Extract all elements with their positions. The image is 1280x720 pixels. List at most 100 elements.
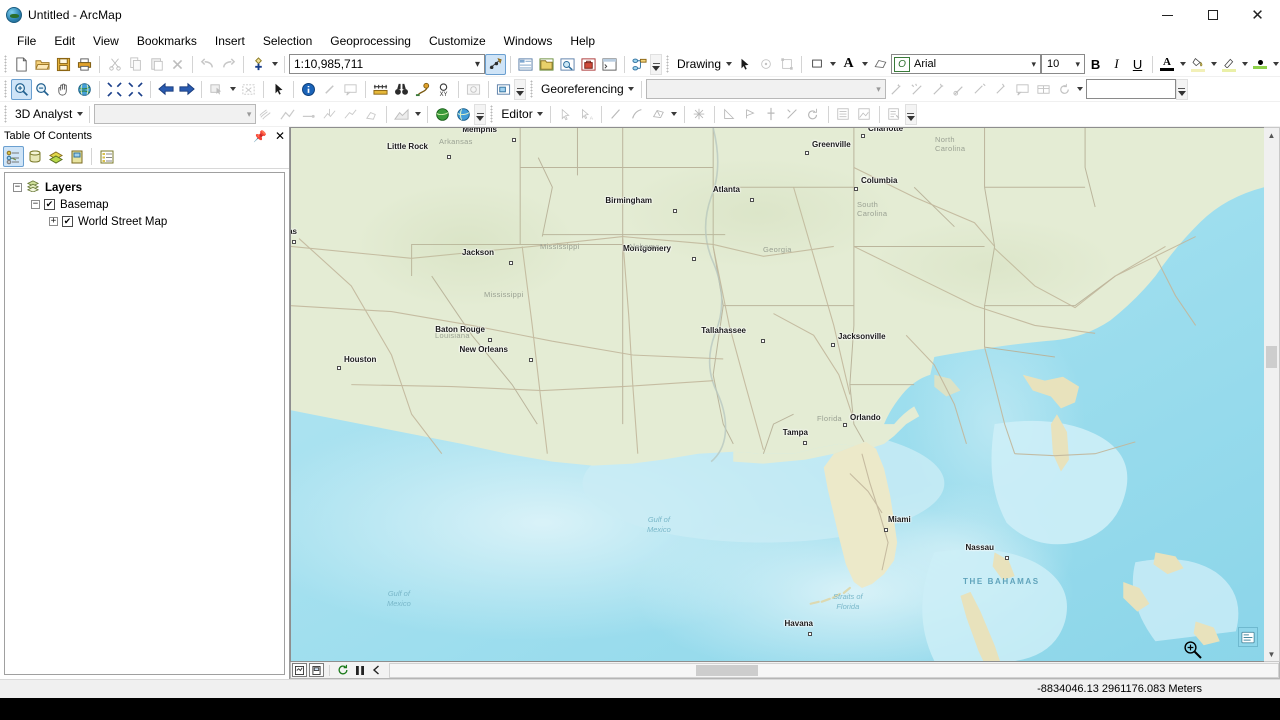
- fill-color-dropdown-icon[interactable]: [827, 54, 838, 75]
- find-binoculars-icon[interactable]: [391, 79, 412, 100]
- expander-icon[interactable]: +: [49, 217, 58, 226]
- chevron-down-icon[interactable]: ▾: [475, 59, 480, 70]
- font-size-combo[interactable]: 10 ▾: [1041, 54, 1086, 74]
- map-scale-combo[interactable]: 1:10,985,711 ▾: [289, 54, 485, 74]
- measure-ruler-icon[interactable]: [370, 79, 391, 100]
- 3d-analyst-menu-dropdown-icon[interactable]: [74, 104, 85, 125]
- menu-view[interactable]: View: [84, 31, 128, 51]
- python-window-icon[interactable]: [599, 54, 620, 75]
- line-color-dropdown-icon[interactable]: [1239, 54, 1250, 75]
- menu-help[interactable]: Help: [561, 31, 604, 51]
- create-profile-graph-icon[interactable]: [391, 104, 412, 125]
- map-horizontal-scrollbar[interactable]: [389, 662, 1279, 678]
- redo-icon[interactable]: [218, 54, 239, 75]
- trace-tool-icon[interactable]: [648, 104, 669, 125]
- edit-scale-list-icon[interactable]: [485, 53, 506, 75]
- merge-tool-icon[interactable]: [782, 104, 803, 125]
- steepest-path-icon[interactable]: [277, 104, 298, 125]
- table-of-contents-window-icon[interactable]: [515, 54, 536, 75]
- toolbar-grip[interactable]: [4, 80, 7, 98]
- minimize-button[interactable]: [1145, 0, 1190, 30]
- trace-tool-dropdown-icon[interactable]: [669, 104, 680, 125]
- open-folder-icon[interactable]: [32, 54, 53, 75]
- drawing-menu-dropdown-icon[interactable]: [723, 54, 734, 75]
- tree-node-layers[interactable]: − Layers: [5, 179, 284, 196]
- add-control-points-icon[interactable]: [886, 79, 907, 100]
- menu-bookmarks[interactable]: Bookmarks: [128, 31, 206, 51]
- straight-segment-icon[interactable]: [606, 104, 627, 125]
- close-icon[interactable]: ✕: [275, 129, 285, 143]
- link-table-extra-icon[interactable]: [970, 79, 991, 100]
- sketch-properties-icon[interactable]: [854, 104, 875, 125]
- edit-tool-arrow-icon[interactable]: [555, 104, 576, 125]
- pause-drawing-button[interactable]: [351, 663, 368, 678]
- 3d-analyst-toolbar-overflow-button[interactable]: [474, 103, 487, 125]
- editor-menu-dropdown-icon[interactable]: [535, 104, 546, 125]
- text-color-dropdown-icon[interactable]: [1177, 54, 1188, 75]
- menu-edit[interactable]: Edit: [45, 31, 84, 51]
- georef-table-icon[interactable]: [1033, 79, 1054, 100]
- layout-view-button[interactable]: [309, 663, 324, 677]
- toolbar-overflow-button[interactable]: [650, 53, 662, 75]
- menu-customize[interactable]: Customize: [420, 31, 495, 51]
- interpolate-polygon-icon[interactable]: [361, 104, 382, 125]
- georef-add-point-icon[interactable]: [991, 79, 1012, 100]
- scroll-up-arrow-icon[interactable]: ▲: [1264, 128, 1279, 142]
- edit-vertices-icon[interactable]: [776, 54, 797, 75]
- line-of-sight-icon[interactable]: [298, 104, 319, 125]
- menu-file[interactable]: File: [8, 31, 45, 51]
- list-by-drawing-order-button[interactable]: [3, 146, 24, 167]
- toolbox-window-icon[interactable]: [578, 54, 599, 75]
- attributes-window-icon[interactable]: [833, 104, 854, 125]
- drawing-toolbar-label[interactable]: Drawing: [673, 57, 723, 71]
- create-viewer-window-icon[interactable]: [493, 79, 514, 100]
- auto-register-icon[interactable]: [928, 79, 949, 100]
- go-forward-extent-icon[interactable]: [176, 79, 197, 100]
- bold-button[interactable]: B: [1085, 54, 1106, 75]
- interpolate-line-icon[interactable]: [340, 104, 361, 125]
- scroll-down-arrow-icon[interactable]: ▼: [1264, 647, 1279, 661]
- contour-icon[interactable]: [256, 104, 277, 125]
- map-view[interactable]: Memphis Little Rock Dallas Jackson Birmingha…: [290, 127, 1264, 662]
- catalog-window-icon[interactable]: [536, 54, 557, 75]
- tree-node-basemap[interactable]: − Basemap: [5, 196, 284, 213]
- chevron-down-icon[interactable]: ▾: [876, 84, 881, 95]
- chevron-down-icon[interactable]: ▾: [247, 109, 252, 120]
- menu-geoprocessing[interactable]: Geoprocessing: [321, 31, 420, 51]
- edit-vertices-star-icon[interactable]: [689, 104, 710, 125]
- editor-toolbar-overflow-button[interactable]: [904, 103, 917, 125]
- html-popup-icon[interactable]: [340, 79, 361, 100]
- cut-polygons-icon[interactable]: [740, 104, 761, 125]
- create-features-window-icon[interactable]: [884, 104, 905, 125]
- expander-icon[interactable]: −: [13, 183, 22, 192]
- 3d-analyst-toolbar-label[interactable]: 3D Analyst: [11, 107, 74, 121]
- menu-windows[interactable]: Windows: [495, 31, 562, 51]
- list-by-source-button[interactable]: [24, 146, 45, 167]
- fixed-zoom-in-icon[interactable]: [104, 79, 125, 100]
- toolbar-grip[interactable]: [4, 55, 7, 73]
- fixed-zoom-out-icon[interactable]: [125, 79, 146, 100]
- delete-link-icon[interactable]: [949, 79, 970, 100]
- profile-graph-dropdown-icon[interactable]: [412, 104, 423, 125]
- georeferencing-toolbar-overflow-button[interactable]: [1175, 78, 1188, 100]
- georeferencing-menu-dropdown-icon[interactable]: [626, 79, 637, 100]
- font-color-a-icon[interactable]: A: [838, 54, 859, 75]
- font-family-combo[interactable]: O Arial ▾: [891, 54, 1042, 74]
- arcglobe-icon[interactable]: [453, 104, 474, 125]
- map-vertical-scrollbar[interactable]: ▲ ▼: [1264, 127, 1280, 662]
- copy-icon[interactable]: [125, 54, 146, 75]
- add-data-icon[interactable]: [248, 54, 269, 75]
- georeferencing-layer-combo[interactable]: ▾: [645, 79, 886, 99]
- select-elements-arrow-icon[interactable]: [268, 79, 289, 100]
- text-color-icon[interactable]: A: [1157, 54, 1177, 75]
- split-tool-icon[interactable]: [761, 104, 782, 125]
- identify-info-icon[interactable]: [298, 79, 319, 100]
- georeferencing-toolbar-label[interactable]: Georeferencing: [537, 82, 626, 96]
- underline-button[interactable]: U: [1127, 54, 1148, 75]
- list-by-visibility-button[interactable]: [45, 146, 66, 167]
- data-view-button[interactable]: [292, 663, 307, 677]
- fill-bucket-icon[interactable]: [1188, 54, 1208, 75]
- edit-annotation-icon[interactable]: A: [576, 104, 597, 125]
- italic-button[interactable]: I: [1106, 54, 1127, 75]
- vertical-scroll-thumb[interactable]: [1266, 346, 1277, 368]
